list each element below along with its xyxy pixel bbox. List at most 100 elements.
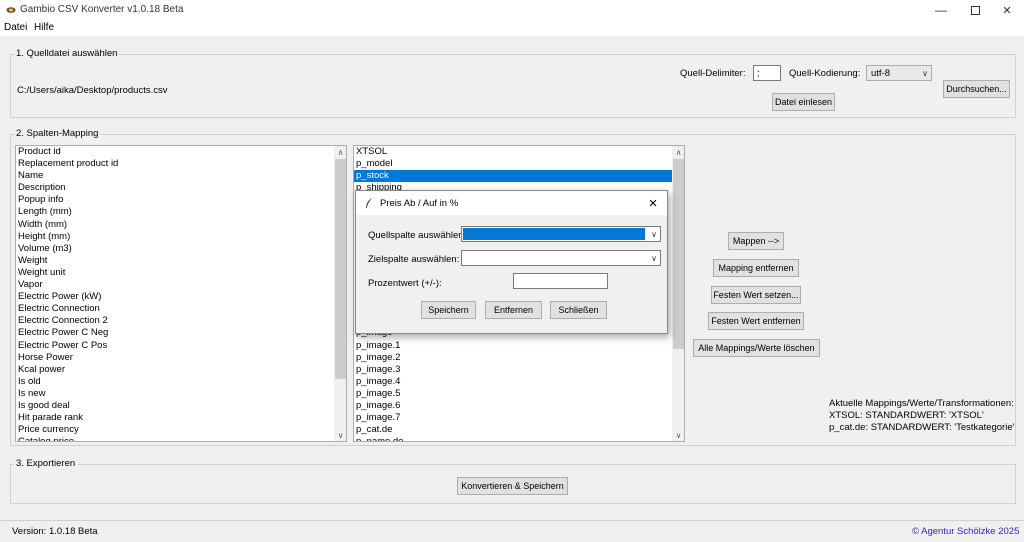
list-item[interactable]: p_image.5 bbox=[354, 388, 672, 400]
source-group-title: 1. Quelldatei auswählen bbox=[14, 48, 120, 59]
window-close-button[interactable]: × bbox=[990, 0, 1024, 20]
source-column-value bbox=[463, 228, 645, 240]
dialog-close-button[interactable]: × bbox=[642, 193, 664, 213]
list-item[interactable]: Height (mm) bbox=[16, 231, 334, 243]
percent-label: Prozentwert (+/-): bbox=[368, 278, 442, 289]
list-item[interactable]: p_image.4 bbox=[354, 376, 672, 388]
list-item[interactable]: Width (mm) bbox=[16, 219, 334, 231]
dialog-remove-button[interactable]: Entfernen bbox=[485, 301, 542, 319]
read-file-label: Datei einlesen bbox=[774, 97, 833, 107]
list-item[interactable]: p_image.1 bbox=[354, 340, 672, 352]
list-item[interactable]: Catalog price bbox=[16, 436, 334, 441]
mapping-group-title: 2. Spalten-Mapping bbox=[14, 128, 101, 139]
source-columns-list[interactable]: Product id Replacement product id Name Desc… bbox=[15, 145, 347, 442]
list-item[interactable]: p_image.3 bbox=[354, 364, 672, 376]
app-icon bbox=[6, 7, 16, 13]
scroll-down-icon[interactable]: ∨ bbox=[334, 429, 346, 441]
list-item[interactable]: p_stock bbox=[354, 170, 672, 183]
dialog-close-label: Schließen bbox=[558, 305, 599, 315]
minimize-button[interactable]: — bbox=[924, 0, 958, 20]
list-item[interactable]: Weight bbox=[16, 255, 334, 267]
scroll-up-icon[interactable]: ∧ bbox=[672, 146, 684, 158]
copyright-text: © Agentur Schölzke 2025 bbox=[912, 526, 1020, 537]
chevron-down-icon: ∨ bbox=[651, 253, 657, 263]
list-item[interactable]: Replacement product id bbox=[16, 158, 334, 170]
browse-button[interactable]: Durchsuchen... bbox=[943, 80, 1010, 98]
convert-save-label: Konvertieren & Speichern bbox=[461, 481, 564, 491]
list-item[interactable]: Popup info bbox=[16, 194, 334, 206]
set-fixed-value-button[interactable]: Festen Wert setzen... bbox=[711, 286, 801, 304]
list-item[interactable]: Price currency bbox=[16, 424, 334, 436]
list-item[interactable]: p_cat.de bbox=[354, 424, 672, 436]
dialog-close-text-button[interactable]: Schließen bbox=[550, 301, 607, 319]
list-item[interactable]: Is good deal bbox=[16, 400, 334, 412]
list-item[interactable]: Electric Power C Neg bbox=[16, 327, 334, 339]
maximize-button[interactable] bbox=[958, 0, 992, 20]
list-item[interactable]: Kcal power bbox=[16, 364, 334, 376]
delimiter-value: ; bbox=[757, 68, 760, 78]
list-item[interactable]: Name bbox=[16, 170, 334, 182]
price-adjust-dialog: Preis Ab / Auf in % × Quellspalte auswäh… bbox=[355, 190, 668, 334]
delimiter-input[interactable]: ; bbox=[753, 65, 781, 81]
set-fixed-value-label: Festen Wert setzen... bbox=[713, 290, 799, 300]
menu-datei[interactable]: Datei bbox=[4, 22, 27, 33]
status-bar: Version: 1.0.18 Beta © Agentur Schölzke … bbox=[0, 520, 1024, 542]
source-list-scrollbar[interactable]: ∧ ∨ bbox=[334, 146, 346, 441]
encoding-value: utf-8 bbox=[871, 68, 891, 79]
current-mappings-title: Aktuelle Mappings/Werte/Transformationen… bbox=[829, 398, 1014, 409]
list-item[interactable]: p_image.2 bbox=[354, 352, 672, 364]
convert-save-button[interactable]: Konvertieren & Speichern bbox=[457, 477, 568, 495]
list-item[interactable]: Volume (m3) bbox=[16, 243, 334, 255]
current-mapping-line: p_cat.de: STANDARDWERT: 'Testkategorie' bbox=[829, 422, 1015, 433]
clear-all-mappings-button[interactable]: Alle Mappings/Werte löschen bbox=[693, 339, 820, 357]
list-item[interactable]: Product id bbox=[16, 146, 334, 158]
list-item[interactable]: Horse Power bbox=[16, 352, 334, 364]
target-column-select[interactable]: ∨ bbox=[461, 250, 661, 266]
list-item[interactable]: Weight unit bbox=[16, 267, 334, 279]
list-item[interactable]: p_model bbox=[354, 158, 672, 170]
list-item[interactable]: p_name.de bbox=[354, 436, 672, 441]
maximize-icon bbox=[970, 5, 980, 15]
list-item[interactable]: p_image.7 bbox=[354, 412, 672, 424]
target-list-scrollbar[interactable]: ∧ ∨ bbox=[672, 146, 684, 441]
encoding-select[interactable]: utf-8 ∨ bbox=[866, 65, 932, 81]
list-item[interactable]: Is old bbox=[16, 376, 334, 388]
list-item[interactable]: p_image.6 bbox=[354, 400, 672, 412]
list-item[interactable]: Electric Power (kW) bbox=[16, 291, 334, 303]
remove-fixed-value-button[interactable]: Festen Wert entfernen bbox=[708, 312, 804, 330]
feather-icon bbox=[366, 198, 372, 208]
dialog-titlebar: Preis Ab / Auf in % × bbox=[356, 191, 667, 215]
source-column-label: Quellspalte auswählen: bbox=[368, 230, 467, 241]
scrollbar-thumb[interactable] bbox=[335, 159, 346, 379]
list-item[interactable]: Electric Connection 2 bbox=[16, 315, 334, 327]
list-item[interactable]: Is new bbox=[16, 388, 334, 400]
map-label: Mappen --> bbox=[732, 236, 780, 246]
clear-all-label: Alle Mappings/Werte löschen bbox=[698, 343, 815, 353]
menu-hilfe[interactable]: Hilfe bbox=[34, 22, 54, 33]
percent-input[interactable] bbox=[513, 273, 608, 289]
close-icon: × bbox=[1002, 1, 1012, 19]
list-item[interactable]: XTSOL bbox=[354, 146, 672, 158]
read-file-button[interactable]: Datei einlesen bbox=[772, 93, 835, 111]
scrollbar-thumb[interactable] bbox=[673, 159, 684, 349]
export-group-title: 3. Exportieren bbox=[14, 458, 78, 469]
list-item[interactable]: Description bbox=[16, 182, 334, 194]
list-item[interactable]: Vapor bbox=[16, 279, 334, 291]
current-mapping-line: XTSOL: STANDARDWERT: 'XTSOL' bbox=[829, 410, 984, 421]
title-bar: Gambio CSV Konverter v1.0.18 Beta — × bbox=[0, 0, 1024, 20]
dialog-save-button[interactable]: Speichern bbox=[421, 301, 476, 319]
scroll-down-icon[interactable]: ∨ bbox=[672, 429, 684, 441]
source-column-select[interactable]: ∨ bbox=[461, 226, 661, 242]
encoding-label: Quell-Kodierung: bbox=[789, 68, 861, 79]
scroll-up-icon[interactable]: ∧ bbox=[334, 146, 346, 158]
dialog-title: Preis Ab / Auf in % bbox=[380, 198, 459, 209]
map-button[interactable]: Mappen --> bbox=[728, 232, 784, 250]
list-item[interactable]: Length (mm) bbox=[16, 206, 334, 218]
remove-mapping-button[interactable]: Mapping entfernen bbox=[713, 259, 799, 277]
window-title: Gambio CSV Konverter v1.0.18 Beta bbox=[20, 4, 184, 15]
browse-label: Durchsuchen... bbox=[946, 84, 1007, 94]
minimize-icon: — bbox=[935, 3, 947, 17]
list-item[interactable]: Hit parade rank bbox=[16, 412, 334, 424]
list-item[interactable]: Electric Connection bbox=[16, 303, 334, 315]
list-item[interactable]: Electric Power C Pos bbox=[16, 340, 334, 352]
